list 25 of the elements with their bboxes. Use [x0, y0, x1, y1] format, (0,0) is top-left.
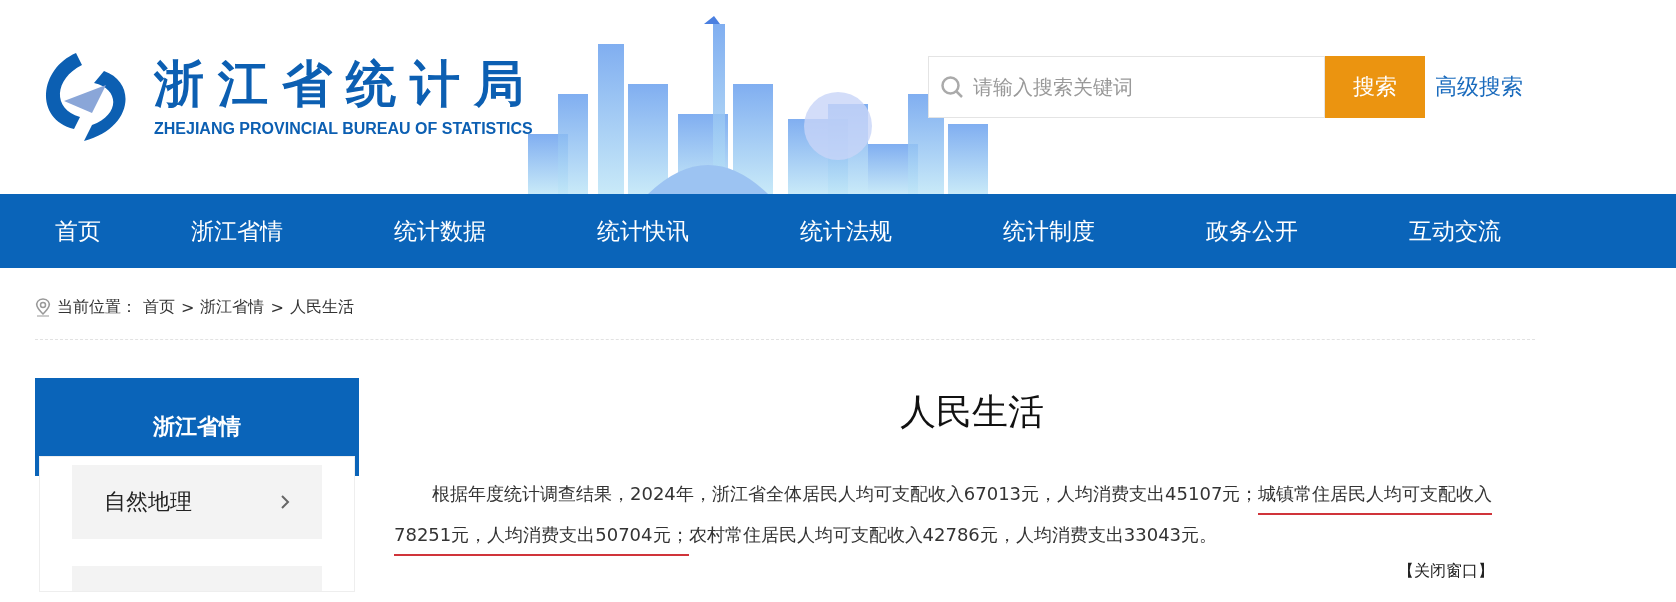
- search-icon: [940, 75, 964, 99]
- nav-item[interactable]: 统计制度: [947, 215, 1150, 247]
- site-subtitle: ZHEJIANG PROVINCIAL BUREAU OF STATISTICS: [154, 119, 534, 138]
- advanced-search-link[interactable]: 高级搜索: [1435, 72, 1523, 102]
- close-window-link[interactable]: 【关闭窗口】: [1398, 561, 1494, 582]
- article-paragraph: 根据年度统计调查结果，2024年，浙江省全体居民人均可支配收入67013元，人均消费支出45107元；城镇常住居民人均可支配收入78251元，人均消费支出50704元；农村常住居民人均可支配收入42786元，人均消费支出33043元。: [394, 473, 1549, 555]
- breadcrumb-link[interactable]: 人民生活: [289, 297, 354, 318]
- article-title: 人民生活: [898, 390, 1045, 434]
- nav-item[interactable]: 首页: [20, 215, 135, 247]
- nav-item[interactable]: 浙江省情: [135, 215, 338, 247]
- nav-item[interactable]: 统计快讯: [541, 215, 744, 247]
- site-title: 浙江省统计局: [154, 56, 538, 112]
- location-pin-icon: [35, 298, 51, 317]
- breadcrumb-link[interactable]: 首页: [143, 297, 175, 318]
- chevron-right-icon: [280, 493, 290, 510]
- nav-item[interactable]: 政务公开: [1150, 215, 1353, 247]
- breadcrumb-link[interactable]: 浙江省情: [200, 297, 265, 318]
- nav-item[interactable]: 互动交流: [1353, 215, 1556, 247]
- search-field[interactable]: 请输入搜索关键词: [928, 56, 1325, 118]
- breadcrumb-separator: >: [270, 298, 284, 317]
- breadcrumb-label: 当前位置：: [57, 297, 137, 318]
- nav-item[interactable]: 统计数据: [338, 215, 541, 247]
- sidebar-item[interactable]: 自然地理: [72, 465, 322, 539]
- breadcrumb-separator: >: [181, 298, 195, 317]
- nav-item[interactable]: 统计法规: [744, 215, 947, 247]
